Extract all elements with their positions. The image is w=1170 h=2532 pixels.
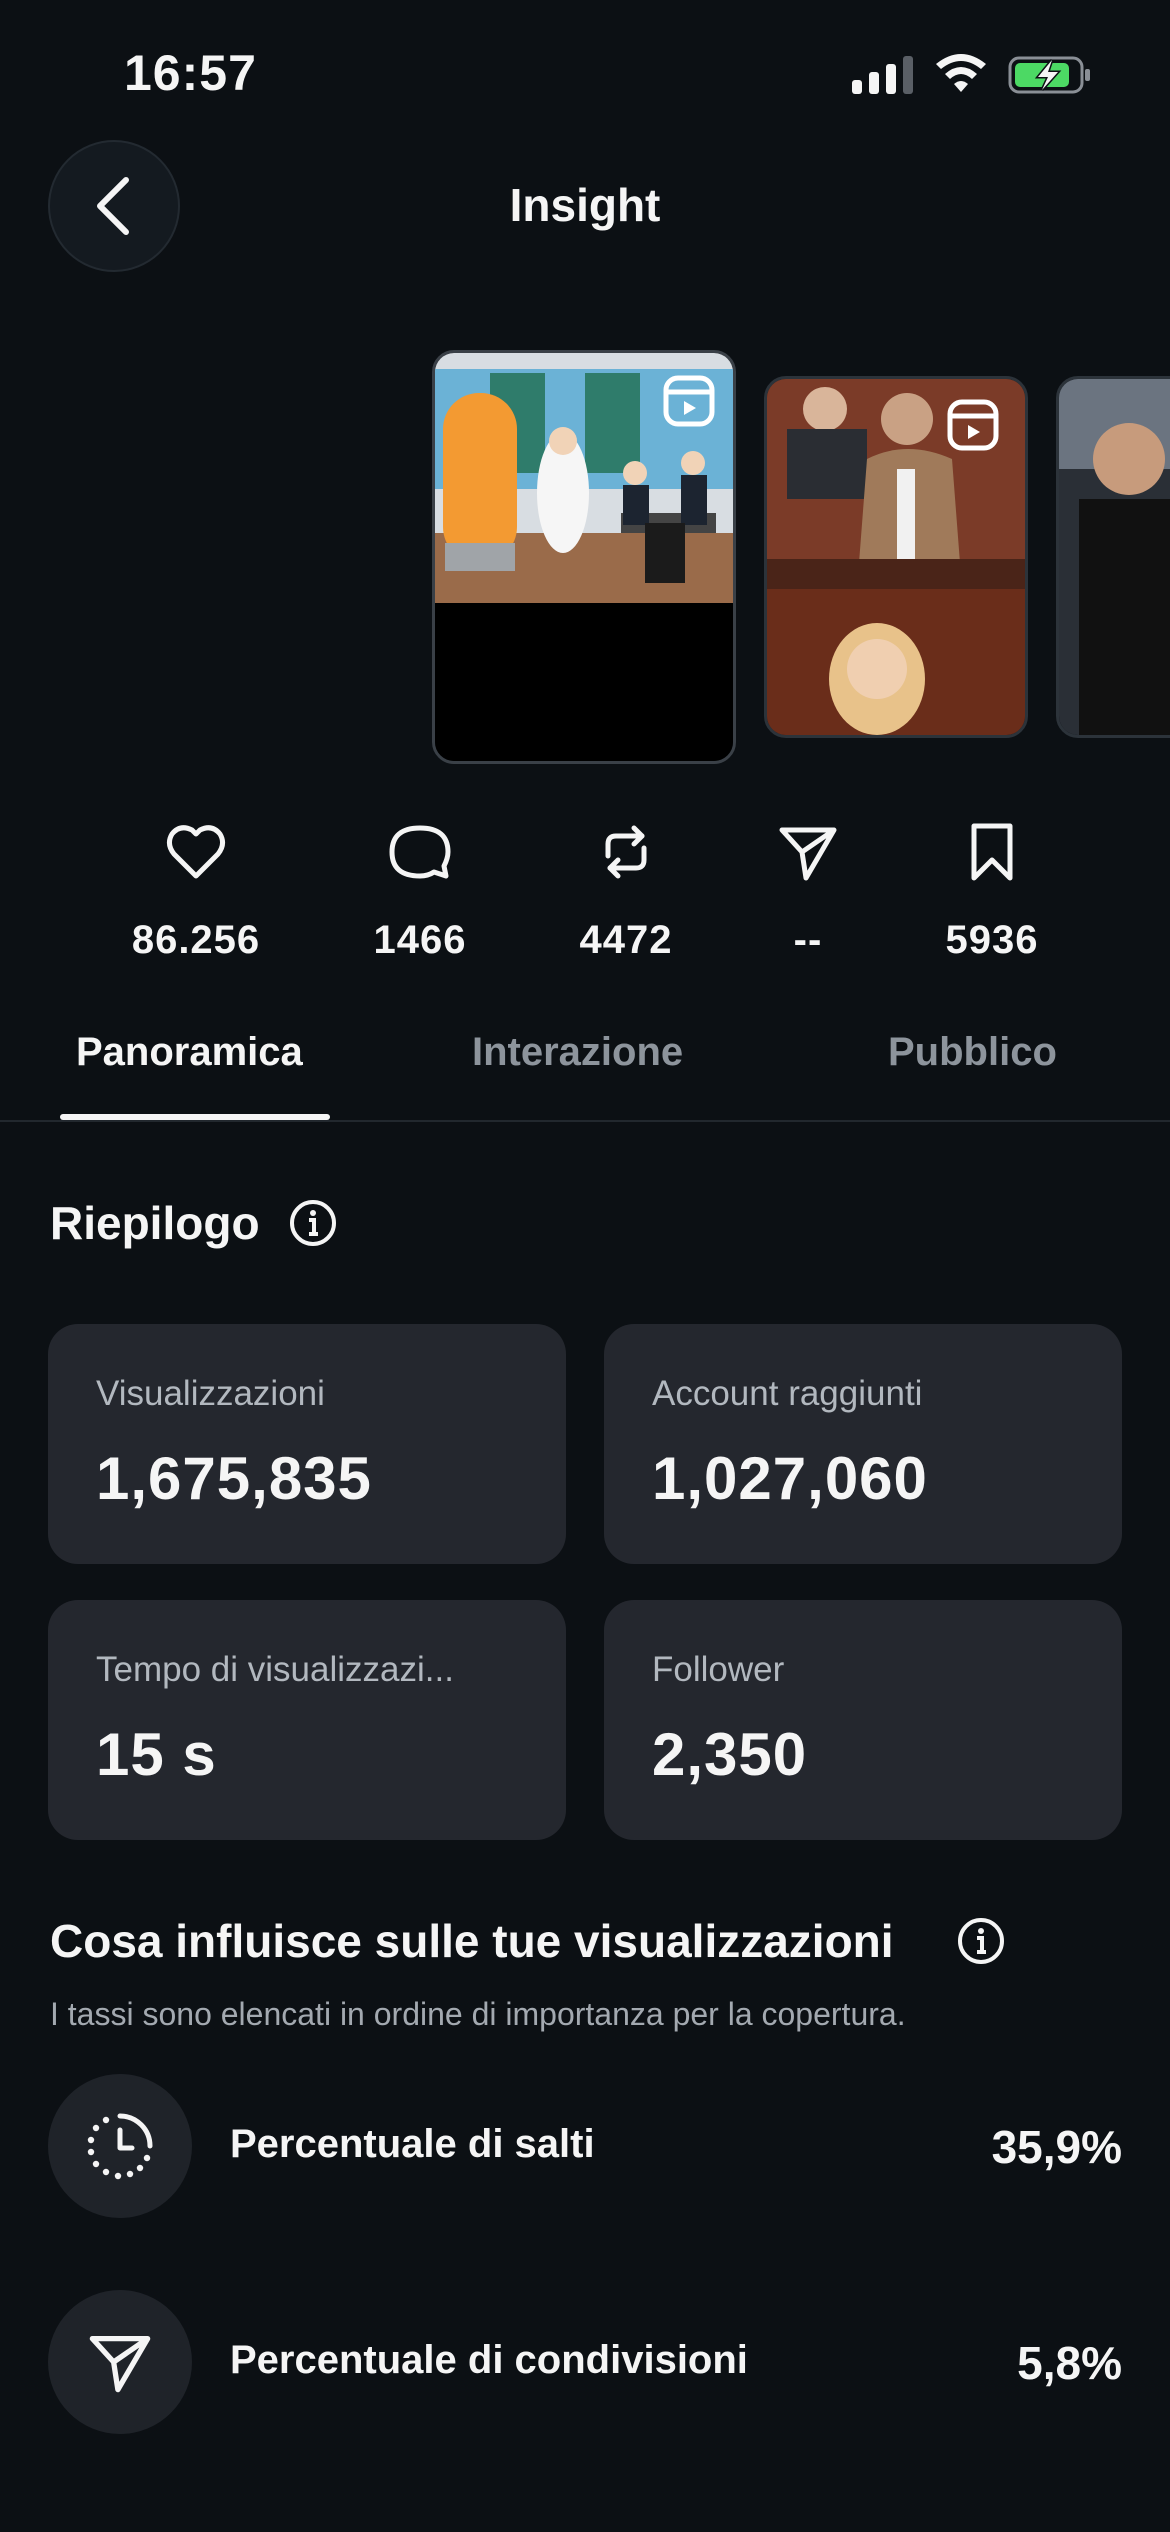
watch-time-card[interactable]: Tempo di visualizzazi... 15 s xyxy=(48,1600,566,1840)
views-value: 1,675,835 xyxy=(96,1445,372,1512)
influence-subtitle: I tassi sono elencati in ordine di impor… xyxy=(50,1996,906,2032)
page-title: Insight xyxy=(509,179,661,231)
reel-icon xyxy=(663,375,715,427)
bookmark-icon xyxy=(971,823,1013,881)
saves-count: 5936 xyxy=(945,918,1039,962)
views-label: Visualizzazioni xyxy=(96,1374,325,1413)
comment-icon xyxy=(389,825,451,879)
share-rate-row[interactable]: Percentuale di condivisioni 5,8% xyxy=(48,2290,1122,2434)
skip-rate-row[interactable]: Percentuale di salti 35,9% xyxy=(48,2074,1122,2218)
accounts-reached-value: 1,027,060 xyxy=(652,1445,928,1512)
insight-tabs: Panoramica Interazione Pubblico xyxy=(0,1010,1170,1122)
reposts-stat: 4472 xyxy=(526,820,726,963)
cellular-signal-icon xyxy=(852,56,913,94)
shares-count: -- xyxy=(793,918,823,962)
saves-stat: 5936 xyxy=(892,820,1092,963)
comments-count: 1466 xyxy=(373,918,467,962)
reel-icon xyxy=(947,399,999,451)
factor-icon-circle xyxy=(48,2074,192,2218)
watch-time-value: 15 s xyxy=(96,1721,217,1788)
status-time: 16:57 xyxy=(124,45,257,101)
clock-dotted-icon xyxy=(87,2113,153,2180)
followers-value: 2,350 xyxy=(652,1721,808,1788)
repost-icon xyxy=(605,825,647,879)
reel-carousel[interactable] xyxy=(0,340,1170,780)
info-icon[interactable] xyxy=(956,1916,1006,1966)
shares-stat: -- xyxy=(708,820,908,963)
skip-rate-label: Percentuale di salti xyxy=(230,2122,595,2166)
reposts-count: 4472 xyxy=(579,918,673,962)
tab-panoramica[interactable]: Panoramica xyxy=(76,1030,303,1075)
likes-count: 86.256 xyxy=(131,918,261,962)
battery-charging-icon xyxy=(1008,56,1090,94)
likes-stat: 86.256 xyxy=(96,820,296,963)
tab-pubblico[interactable]: Pubblico xyxy=(888,1030,1057,1075)
wifi-icon xyxy=(936,54,986,92)
factor-icon-circle xyxy=(48,2290,192,2434)
comments-stat: 1466 xyxy=(320,820,520,963)
skip-rate-value: 35,9% xyxy=(991,2121,1122,2173)
status-bar: 16:57 xyxy=(0,0,1170,150)
summary-title: Riepilogo xyxy=(50,1197,260,1249)
share-rate-value: 5,8% xyxy=(1017,2337,1122,2389)
reel-thumbnail-selected[interactable] xyxy=(432,350,736,764)
watch-time-label: Tempo di visualizzazi... xyxy=(96,1650,454,1689)
reel-thumbnail[interactable] xyxy=(1056,376,1170,738)
followers-label: Follower xyxy=(652,1650,785,1689)
active-tab-indicator xyxy=(60,1114,330,1120)
views-card[interactable]: Visualizzazioni 1,675,835 xyxy=(48,1324,566,1564)
influence-title: Cosa influisce sulle tue visualizzazioni xyxy=(50,1915,894,1967)
reel-thumbnail[interactable] xyxy=(764,376,1028,738)
share-rate-label: Percentuale di condivisioni xyxy=(230,2338,748,2382)
accounts-reached-label: Account raggiunti xyxy=(652,1374,923,1413)
info-icon[interactable] xyxy=(288,1198,338,1248)
heart-icon xyxy=(166,825,226,879)
send-icon xyxy=(779,827,837,881)
followers-card[interactable]: Follower 2,350 xyxy=(604,1600,1122,1840)
tab-interazione[interactable]: Interazione xyxy=(472,1030,683,1075)
accounts-reached-card[interactable]: Account raggiunti 1,027,060 xyxy=(604,1324,1122,1564)
send-icon xyxy=(89,2335,151,2393)
